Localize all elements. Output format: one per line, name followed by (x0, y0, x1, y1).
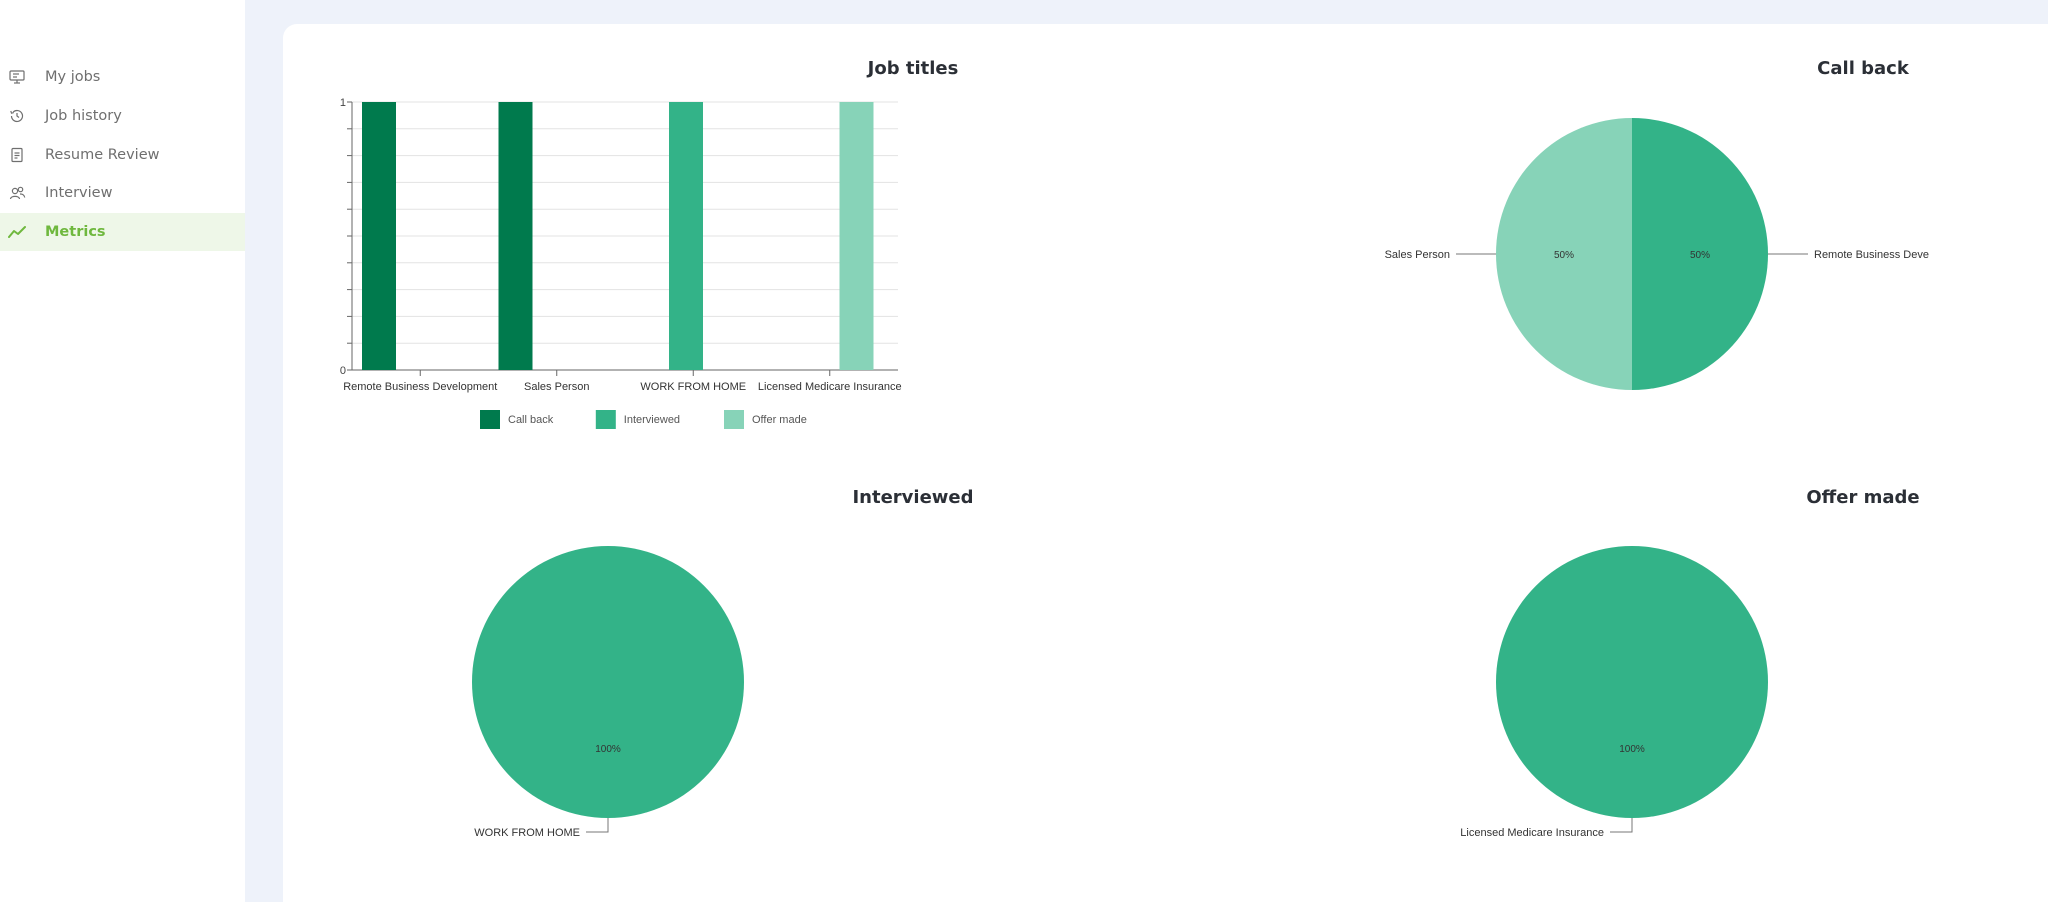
x-tick-label: Sales Person (524, 381, 589, 393)
pie-slice-label: Licensed Medicare Insurance (1460, 827, 1604, 839)
pie-percent-label: 100% (595, 744, 621, 755)
y-tick-label: 1 (340, 97, 346, 109)
legend-label: Call back (508, 414, 554, 426)
bar-interviewed (669, 102, 703, 370)
x-tick-label: Remote Business Development (343, 381, 497, 393)
bar-call-back (498, 102, 533, 370)
bar-offer-made (839, 102, 874, 370)
pie-slice-label: Sales Person (1385, 249, 1450, 261)
bar-call-back (362, 102, 396, 370)
pie-slice (1496, 546, 1768, 818)
pie-percent-label: 50% (1554, 250, 1574, 261)
pie-leader-line (1610, 818, 1633, 833)
pie-leader-line (586, 818, 609, 833)
legend-swatch (595, 410, 616, 429)
legend-swatch (480, 410, 500, 429)
pie-slice-label: WORK FROM HOME (474, 827, 580, 839)
x-tick-label: WORK FROM HOME (640, 381, 746, 393)
legend-label: Interviewed (624, 414, 680, 426)
y-tick-label: 0 (340, 365, 346, 377)
pie-percent-label: 50% (1690, 250, 1710, 261)
pie-slice (472, 546, 744, 818)
x-tick-label: Licensed Medicare Insurance (758, 381, 902, 393)
pie-percent-label: 100% (1619, 744, 1645, 755)
charts-layer: 1 0 Remote Business Development Sales Perso… (340, 97, 1929, 839)
legend-swatch (724, 410, 744, 429)
legend-label: Offer made (752, 414, 807, 426)
pie-slice-label: Remote Business Deve (1814, 249, 1929, 261)
